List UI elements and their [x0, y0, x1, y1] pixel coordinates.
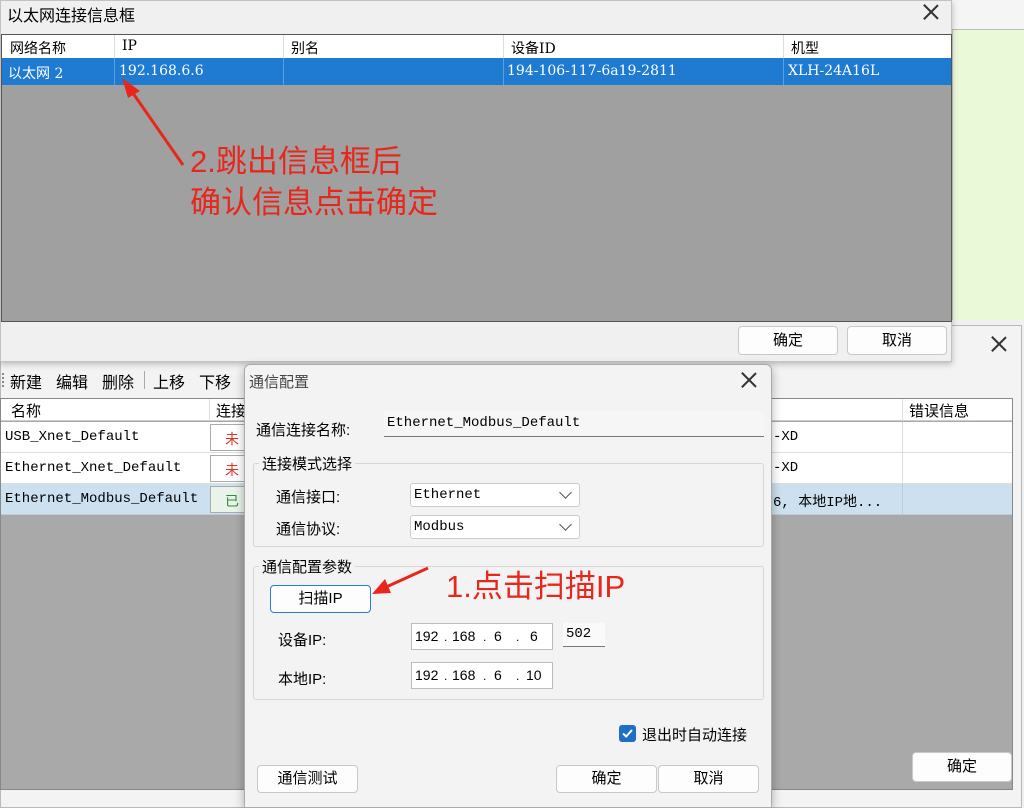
device-ip-input[interactable]: 192 . 168 . 6 . 6 — [411, 623, 553, 650]
table-header: 网络名称 IP 别名 设备ID 机型 — [2, 35, 951, 58]
column-divider — [114, 58, 115, 85]
ip-octet: 10 — [526, 667, 542, 683]
port-value: 502 — [566, 626, 592, 642]
column-header-device-id: 设备ID — [511, 41, 556, 57]
background-green-panel — [952, 30, 1024, 320]
new-button[interactable]: 新建 — [10, 369, 42, 393]
annotation-step2-line2: 确认信息点击确定 — [190, 185, 438, 220]
row-name: USB_Xnet_Default — [5, 429, 140, 445]
local-ip-label: 本地IP: — [278, 671, 327, 688]
conn-name-value: Ethernet_Modbus_Default — [387, 415, 581, 431]
column-divider — [503, 35, 504, 58]
ip-dot: . — [444, 630, 448, 644]
comm-test-button[interactable]: 通信测试 — [257, 765, 358, 793]
row-network: 以太网 2 — [8, 66, 64, 82]
column-divider — [902, 484, 903, 515]
column-divider — [783, 35, 784, 58]
cancel-button[interactable]: 取消 — [847, 326, 947, 355]
row-name: Ethernet_Xnet_Default — [5, 460, 182, 476]
auto-connect-label: 退出时自动连接 — [642, 727, 748, 744]
ok-button[interactable]: 确定 — [738, 326, 838, 355]
background-window-edge — [952, 0, 1024, 30]
toolbar-separator — [144, 371, 145, 389]
ip-dot: . — [483, 630, 487, 644]
interface-value: Ethernet — [414, 487, 482, 503]
ip-octet: 6 — [494, 628, 502, 644]
row-model: XLH-24A16L — [788, 63, 880, 79]
conn-name-label: 通信连接名称: — [256, 422, 351, 439]
column-header-connection: 连接 — [216, 403, 246, 420]
annotation-step2-line1: 2.跳出信息框后 — [190, 144, 402, 179]
ip-octet: 6 — [494, 667, 502, 683]
ethernet-info-dialog: 以太网连接信息框 网络名称 IP 别名 设备ID 机型 以太网 2 192.16… — [0, 0, 952, 362]
column-divider — [902, 422, 903, 453]
params-group-title: 通信配置参数 — [259, 556, 356, 577]
row-info: -XD — [773, 429, 799, 445]
interface-select[interactable]: Ethernet — [410, 483, 580, 507]
column-header-alias: 别名 — [291, 41, 319, 57]
column-divider — [283, 58, 284, 85]
column-divider — [283, 35, 284, 58]
column-header-error: 错误信息 — [909, 403, 970, 420]
ip-dot: . — [516, 669, 520, 683]
move-up-button[interactable]: 上移 — [153, 369, 185, 393]
ip-dot: . — [444, 669, 448, 683]
checkmark-icon — [622, 729, 633, 738]
column-divider — [783, 58, 784, 85]
chevron-down-icon — [559, 518, 572, 531]
protocol-select[interactable]: Modbus — [410, 515, 580, 539]
cancel-button[interactable]: 取消 — [658, 765, 759, 793]
chevron-down-icon — [559, 486, 572, 499]
ip-dot: . — [483, 669, 487, 683]
column-header-network: 网络名称 — [10, 41, 66, 57]
protocol-label: 通信协议: — [276, 521, 341, 538]
column-divider — [209, 399, 210, 421]
scan-ip-button[interactable]: 扫描IP — [270, 585, 371, 613]
column-divider — [503, 58, 504, 85]
row-ip: 192.168.6.6 — [119, 63, 204, 79]
table-row-selected[interactable]: 以太网 2 192.168.6.6 194-106-117-6a19-2811 … — [2, 58, 951, 85]
column-header-name: 名称 — [11, 403, 42, 420]
mode-group-title: 连接模式选择 — [259, 453, 356, 474]
ip-octet: 192 — [415, 628, 439, 644]
column-divider — [902, 453, 903, 484]
device-ip-label: 设备IP: — [278, 632, 327, 649]
port-input[interactable]: 502 — [563, 623, 605, 647]
protocol-value: Modbus — [414, 519, 465, 535]
dialog-title: 以太网连接信息框 — [7, 8, 136, 25]
ip-octet: 168 — [452, 628, 476, 644]
interface-label: 通信接口: — [276, 489, 341, 506]
close-icon[interactable] — [921, 2, 941, 22]
ip-octet: 6 — [530, 628, 538, 644]
column-divider — [902, 399, 903, 421]
auto-connect-checkbox[interactable] — [619, 725, 636, 742]
status-text: 未 — [225, 462, 239, 478]
bg-ok-button[interactable]: 确定 — [912, 752, 1012, 782]
ethernet-table: 网络名称 IP 别名 设备ID 机型 以太网 2 192.168.6.6 194… — [1, 34, 952, 322]
ip-dot: . — [516, 630, 520, 644]
row-info: -XD — [773, 460, 799, 476]
ok-button[interactable]: 确定 — [556, 765, 657, 793]
edit-button[interactable]: 编辑 — [56, 369, 88, 393]
close-icon[interactable] — [989, 334, 1009, 354]
move-down-button[interactable]: 下移 — [199, 369, 231, 393]
ip-octet: 168 — [452, 667, 476, 683]
conn-name-field[interactable]: Ethernet_Modbus_Default — [384, 411, 764, 437]
annotation-step1: 1.点击扫描IP — [446, 569, 626, 604]
close-icon[interactable] — [739, 370, 759, 390]
column-header-model: 机型 — [791, 41, 819, 57]
toolbar: 新建 编辑 删除 上移 下移 — [0, 364, 250, 394]
row-info: 6, 本地IP地... — [773, 495, 883, 511]
column-header-ip: IP — [122, 38, 137, 54]
toolbar-grip-icon — [2, 373, 4, 387]
local-ip-input[interactable]: 192 . 168 . 6 . 10 — [411, 662, 553, 689]
status-text: 未 — [225, 431, 239, 447]
dialog-title: 通信配置 — [249, 374, 310, 391]
status-text: 已 — [225, 493, 239, 509]
delete-button[interactable]: 删除 — [102, 369, 134, 393]
row-name: Ethernet_Modbus_Default — [5, 491, 199, 507]
ip-octet: 192 — [415, 667, 439, 683]
column-divider — [114, 35, 115, 58]
row-device-id: 194-106-117-6a19-2811 — [507, 63, 677, 79]
